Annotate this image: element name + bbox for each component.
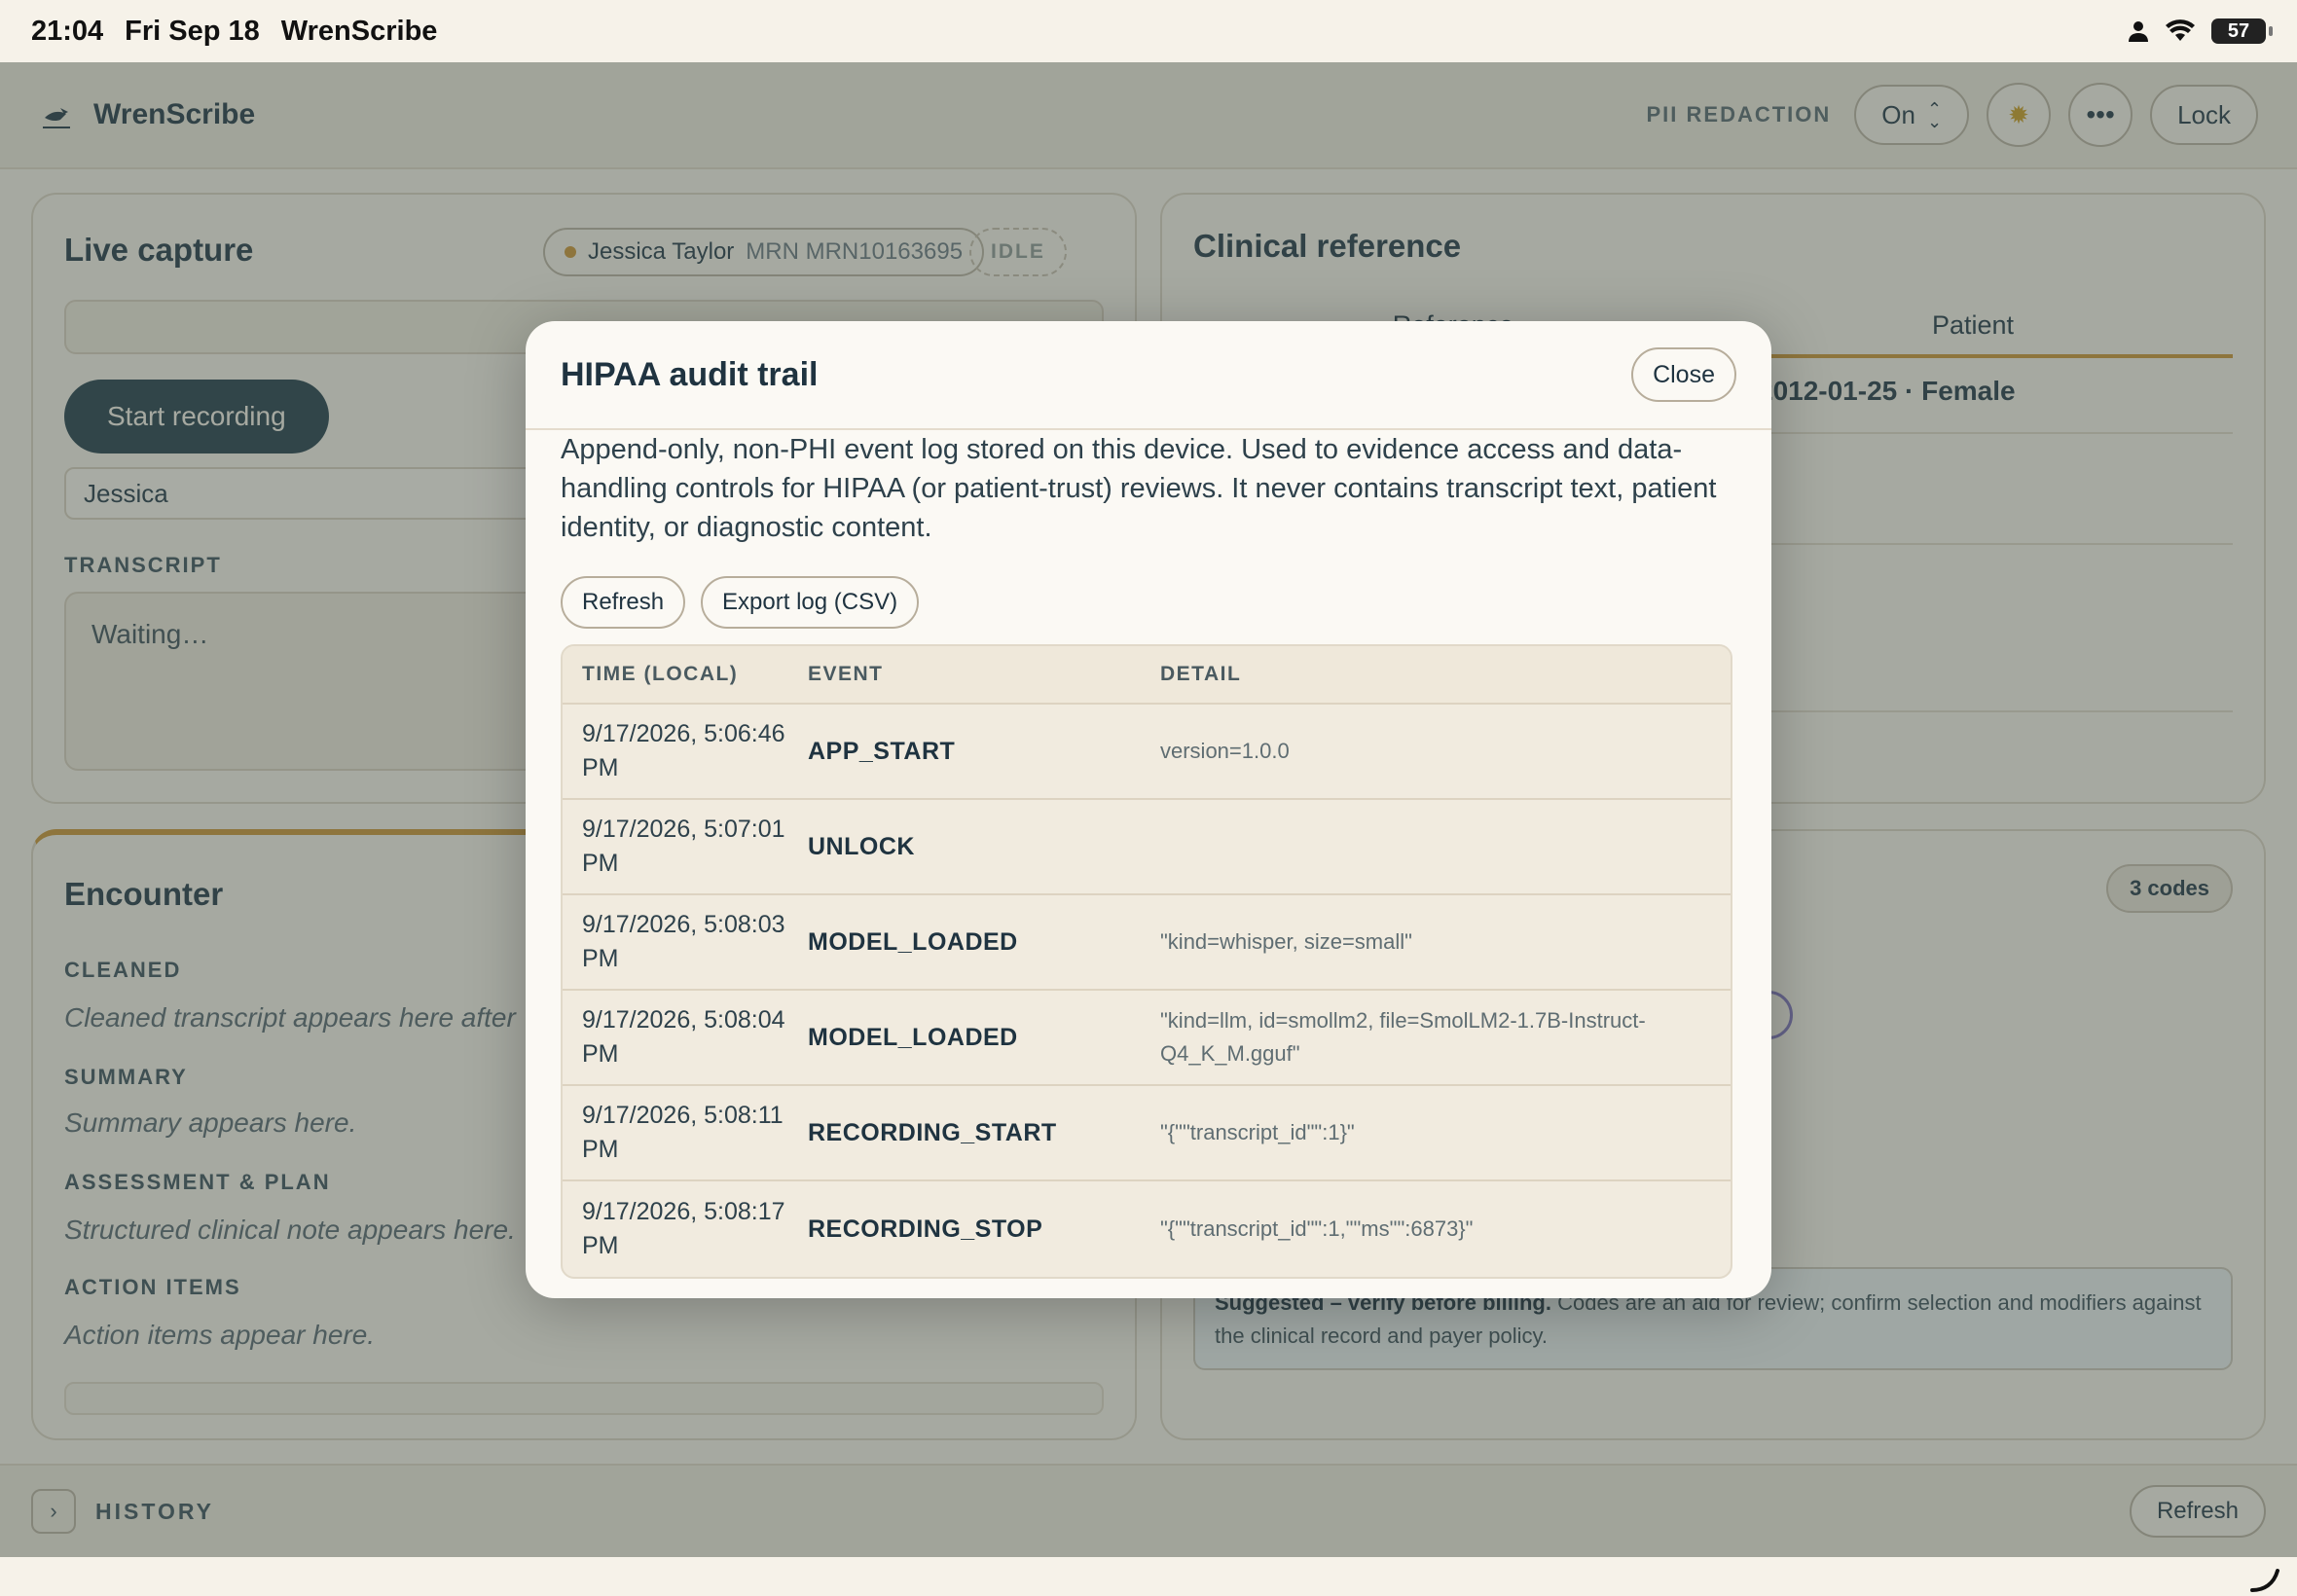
row-event: UNLOCK (808, 832, 915, 860)
row-time: 9/17/2026, 5:06:46 PM (582, 720, 785, 781)
table-row: 9/17/2026, 5:07:01 PM UNLOCK (563, 800, 1731, 895)
column-header-detail: DETAIL (1160, 663, 1242, 685)
row-event: RECORDING_STOP (808, 1215, 1043, 1243)
status-date: Fri Sep 18 (125, 15, 260, 47)
audit-table-header: TIME (LOCAL) EVENT DETAIL (563, 646, 1731, 705)
audit-table: TIME (LOCAL) EVENT DETAIL 9/17/2026, 5:0… (561, 644, 1732, 1279)
table-row: 9/17/2026, 5:06:46 PM APP_START version=… (563, 705, 1731, 800)
row-detail: version=1.0.0 (1160, 739, 1290, 763)
battery-icon: 57 (2211, 18, 2273, 44)
row-detail: "{""transcript_id"":1,""ms"":6873}" (1160, 1216, 1474, 1241)
row-detail: "kind=llm, id=smollm2, file=SmolLM2-1.7B… (1160, 1008, 1646, 1066)
modal-actions: Refresh Export log (CSV) (526, 576, 1771, 629)
row-time: 9/17/2026, 5:08:11 PM (582, 1102, 784, 1163)
table-row: 9/17/2026, 5:08:11 PM RECORDING_START "{… (563, 1086, 1731, 1181)
status-time: 21:04 (31, 15, 104, 47)
row-detail: "{""transcript_id"":1}" (1160, 1120, 1355, 1144)
close-button[interactable]: Close (1631, 347, 1736, 402)
row-detail: "kind=whisper, size=small" (1160, 929, 1412, 954)
column-header-event: EVENT (808, 663, 884, 685)
home-indicator-area (0, 1557, 2297, 1596)
battery-level: 57 (2227, 19, 2250, 42)
modal-description: Append-only, non-PHI event log stored on… (561, 434, 1717, 543)
table-row: 9/17/2026, 5:08:17 PM RECORDING_STOP "{"… (563, 1181, 1731, 1277)
row-event: APP_START (808, 737, 956, 765)
modal-header: HIPAA audit trail Close (526, 321, 1771, 430)
row-time: 9/17/2026, 5:07:01 PM (582, 816, 785, 877)
row-time: 9/17/2026, 5:08:03 PM (582, 911, 785, 972)
hipaa-audit-modal: HIPAA audit trail Close Append-only, non… (526, 321, 1771, 1298)
column-header-time: TIME (LOCAL) (582, 663, 739, 685)
status-bar: 21:04 Fri Sep 18 WrenScribe 57 (0, 0, 2297, 62)
resize-handle-icon (2250, 1569, 2279, 1592)
export-log-button[interactable]: Export log (CSV) (701, 576, 920, 629)
row-time: 9/17/2026, 5:08:04 PM (582, 1006, 785, 1068)
row-time: 9/17/2026, 5:08:17 PM (582, 1198, 785, 1259)
table-row: 9/17/2026, 5:08:04 PM MODEL_LOADED "kind… (563, 991, 1731, 1086)
status-app-name: WrenScribe (280, 15, 438, 47)
table-row: 9/17/2026, 5:08:03 PM MODEL_LOADED "kind… (563, 895, 1731, 991)
wifi-icon (2166, 19, 2195, 41)
row-event: MODEL_LOADED (808, 927, 1018, 956)
row-event: RECORDING_START (808, 1118, 1057, 1146)
modal-title: HIPAA audit trail (561, 355, 819, 393)
refresh-log-button[interactable]: Refresh (561, 576, 686, 629)
row-event: MODEL_LOADED (808, 1023, 1018, 1051)
person-icon (2129, 21, 2148, 42)
